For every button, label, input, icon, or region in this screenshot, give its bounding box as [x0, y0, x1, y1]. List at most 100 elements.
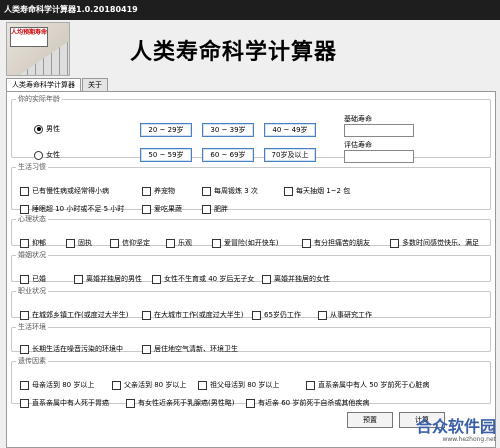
mental-stubborn-checkbox[interactable]: 固执 [66, 238, 92, 248]
male-label: 男性 [46, 125, 60, 133]
age-50-59-button[interactable]: 50 ~ 59岁 [140, 148, 192, 162]
female-label: 女性 [46, 151, 60, 159]
checkbox-label: 已有慢性病或经常得小病 [32, 187, 109, 195]
marriage-childless-checkbox[interactable]: 女性不生育或 40 岁后无子女 [152, 274, 254, 284]
tab-strip: 人类寿命科学计算器 关于 [6, 78, 109, 92]
checkbox-label: 离婚并独居的女性 [274, 275, 330, 283]
gene-heart-disease-checkbox[interactable]: 直系亲属中有人 50 岁前死于心脏病 [306, 380, 429, 390]
environment-group-legend: 生活环境 [18, 323, 46, 331]
gene-stomach-cancer-checkbox[interactable]: 直系亲属中有人死于胃癌 [20, 398, 109, 408]
tab-calculator[interactable]: 人类寿命科学计算器 [6, 78, 81, 92]
age-60-69-button[interactable]: 60 ~ 69岁 [202, 148, 254, 162]
base-life-field[interactable] [344, 124, 414, 137]
window-title: 人类寿命科学计算器1.0.20180419 [4, 5, 138, 14]
habit-pet-checkbox[interactable]: 养宠物 [142, 186, 175, 196]
mental-faith-checkbox[interactable]: 信仰坚定 [110, 238, 150, 248]
watermark-text: 合众软件园 [415, 417, 496, 436]
marriage-group: 婚姻状况 已婚 离婚并独居的男性 女性不生育或 40 岁后无子女 离婚并独居的女… [11, 250, 491, 284]
habits-group-legend: 生活习惯 [18, 163, 46, 171]
marriage-divorced-female-checkbox[interactable]: 离婚并独居的女性 [262, 274, 330, 284]
age-20-29-button[interactable]: 20 ~ 29岁 [140, 123, 192, 137]
checkbox-label: 每天抽烟 1~2 包 [296, 187, 351, 195]
habit-exercise-checkbox[interactable]: 每周锻炼 3 次 [202, 186, 258, 196]
radio-selected-indicator [34, 124, 43, 134]
environment-group: 生活环境 长期生活在噪音污染的环境中 居住地空气清新、环境卫生 [11, 322, 491, 354]
female-radio[interactable]: 女性 [34, 150, 60, 160]
mental-friends-checkbox[interactable]: 有分担痛苦的朋友 [302, 238, 370, 248]
checkbox-label: 父亲活到 80 岁以上 [124, 381, 187, 389]
base-life-label: 基础寿命 [344, 115, 372, 123]
checkbox-label: 多数时间感觉快乐、满足 [402, 239, 479, 247]
age-30-39-button[interactable]: 30 ~ 39岁 [202, 123, 254, 137]
mental-group-legend: 心理状态 [18, 215, 46, 223]
work-rural-checkbox[interactable]: 在城郊乡镇工作(或度过大半生) [20, 310, 128, 320]
checkbox-label: 已婚 [32, 275, 46, 283]
age-40-49-button[interactable]: 40 ~ 49岁 [264, 123, 316, 137]
reset-button[interactable]: 预置 [347, 412, 393, 428]
work-65-checkbox[interactable]: 65岁仍工作 [252, 310, 301, 320]
checkbox-label: 睡眠超 10 小时或不足 5 小时 [32, 205, 125, 213]
checkbox-label: 直系亲属中有人 50 岁前死于心脏病 [318, 381, 430, 389]
gene-father-checkbox[interactable]: 父亲活到 80 岁以上 [112, 380, 186, 390]
mental-depressed-checkbox[interactable]: 抑郁 [20, 238, 46, 248]
genetics-group-legend: 遗传因素 [18, 357, 46, 365]
habit-obese-checkbox[interactable]: 肥胖 [202, 204, 228, 214]
calc-life-label: 评估寿命 [344, 141, 372, 149]
checkbox-label: 居住地空气清新、环境卫生 [154, 345, 238, 353]
habit-sleep-checkbox[interactable]: 睡眠超 10 小时或不足 5 小时 [20, 204, 124, 214]
checkbox-label: 直系亲属中有人死于胃癌 [32, 399, 109, 407]
checkbox-label: 信仰坚定 [122, 239, 150, 247]
checkbox-label: 65岁仍工作 [264, 311, 301, 319]
mental-optimistic-checkbox[interactable]: 乐观 [166, 238, 192, 248]
mental-risk-checkbox[interactable]: 爱冒险(如开快车) [212, 238, 278, 248]
marriage-group-legend: 婚姻状况 [18, 251, 46, 259]
checkbox-label: 爱吃果蔬 [154, 205, 182, 213]
work-group: 职业状况 在城郊乡镇工作(或度过大半生) 在大城市工作(或度过大半生) 65岁仍… [11, 286, 491, 320]
work-city-checkbox[interactable]: 在大城市工作(或度过大半生) [142, 310, 243, 320]
checkbox-label: 母亲活到 80 岁以上 [32, 381, 95, 389]
main-panel: 你的实际年龄 男性 女性 20 ~ 29岁 30 ~ 39岁 40 ~ 49岁 … [6, 91, 496, 448]
gene-suicide-checkbox[interactable]: 有近亲 60 岁前死于自杀或其他疾病 [246, 398, 369, 408]
watermark: 合众软件园 www.hezhong.net [400, 418, 496, 444]
checkbox-label: 有近亲 60 岁前死于自杀或其他疾病 [258, 399, 370, 407]
marriage-divorced-male-checkbox[interactable]: 离婚并独居的男性 [74, 274, 142, 284]
title-bar: 人类寿命科学计算器1.0.20180419 [0, 0, 500, 20]
checkbox-label: 在城郊乡镇工作(或度过大半生) [32, 311, 129, 319]
gene-grandparents-checkbox[interactable]: 祖父母活到 80 岁以上 [198, 380, 279, 390]
age-group-legend: 你的实际年龄 [18, 95, 60, 103]
male-radio[interactable]: 男性 [34, 124, 60, 134]
age-70-plus-button[interactable]: 70岁及以上 [264, 148, 316, 162]
checkbox-label: 长期生活在噪音污染的环境中 [32, 345, 123, 353]
checkbox-label: 抑郁 [32, 239, 46, 247]
work-group-legend: 职业状况 [18, 287, 46, 295]
habit-smoking-checkbox[interactable]: 每天抽烟 1~2 包 [284, 186, 350, 196]
gene-breast-cancer-checkbox[interactable]: 有女性近亲死于乳腺癌(男性略) [126, 398, 234, 408]
checkbox-label: 养宠物 [154, 187, 175, 195]
env-clean-air-checkbox[interactable]: 居住地空气清新、环境卫生 [142, 344, 238, 354]
age-group: 你的实际年龄 男性 女性 20 ~ 29岁 30 ~ 39岁 40 ~ 49岁 … [11, 94, 491, 163]
genetics-group: 遗传因素 母亲活到 80 岁以上 父亲活到 80 岁以上 祖父母活到 80 岁以… [11, 356, 491, 408]
habit-fruit-veg-checkbox[interactable]: 爱吃果蔬 [142, 204, 182, 214]
checkbox-label: 有分担痛苦的朋友 [314, 239, 370, 247]
checkbox-label: 祖父母活到 80 岁以上 [210, 381, 280, 389]
checkbox-label: 爱冒险(如开快车) [224, 239, 279, 247]
mental-group: 心理状态 抑郁 固执 信仰坚定 乐观 爱冒险(如开快车) 有分担痛苦的朋友 多数… [11, 214, 491, 248]
habits-group: 生活习惯 已有慢性病或经常得小病 养宠物 每周锻炼 3 次 每天抽烟 1~2 包… [11, 162, 491, 214]
checkbox-label: 肥胖 [214, 205, 228, 213]
marriage-married-checkbox[interactable]: 已婚 [20, 274, 46, 284]
checkbox-label: 在大城市工作(或度过大半生) [154, 311, 244, 319]
app-logo: 人均预期寿命 [6, 22, 70, 76]
checkbox-label: 固执 [78, 239, 92, 247]
checkbox-label: 从事研究工作 [330, 311, 372, 319]
habit-chronic-illness-checkbox[interactable]: 已有慢性病或经常得小病 [20, 186, 109, 196]
work-research-checkbox[interactable]: 从事研究工作 [318, 310, 372, 320]
checkbox-label: 有女性近亲死于乳腺癌(男性略) [138, 399, 235, 407]
checkbox-label: 每周锻炼 3 次 [214, 187, 258, 195]
gene-mother-checkbox[interactable]: 母亲活到 80 岁以上 [20, 380, 94, 390]
tab-about[interactable]: 关于 [82, 78, 108, 91]
mental-happy-checkbox[interactable]: 多数时间感觉快乐、满足 [390, 238, 479, 248]
watermark-url: www.hezhong.net [442, 436, 496, 443]
env-noise-checkbox[interactable]: 长期生活在噪音污染的环境中 [20, 344, 123, 354]
checkbox-label: 离婚并独居的男性 [86, 275, 142, 283]
radio-indicator [34, 150, 43, 160]
